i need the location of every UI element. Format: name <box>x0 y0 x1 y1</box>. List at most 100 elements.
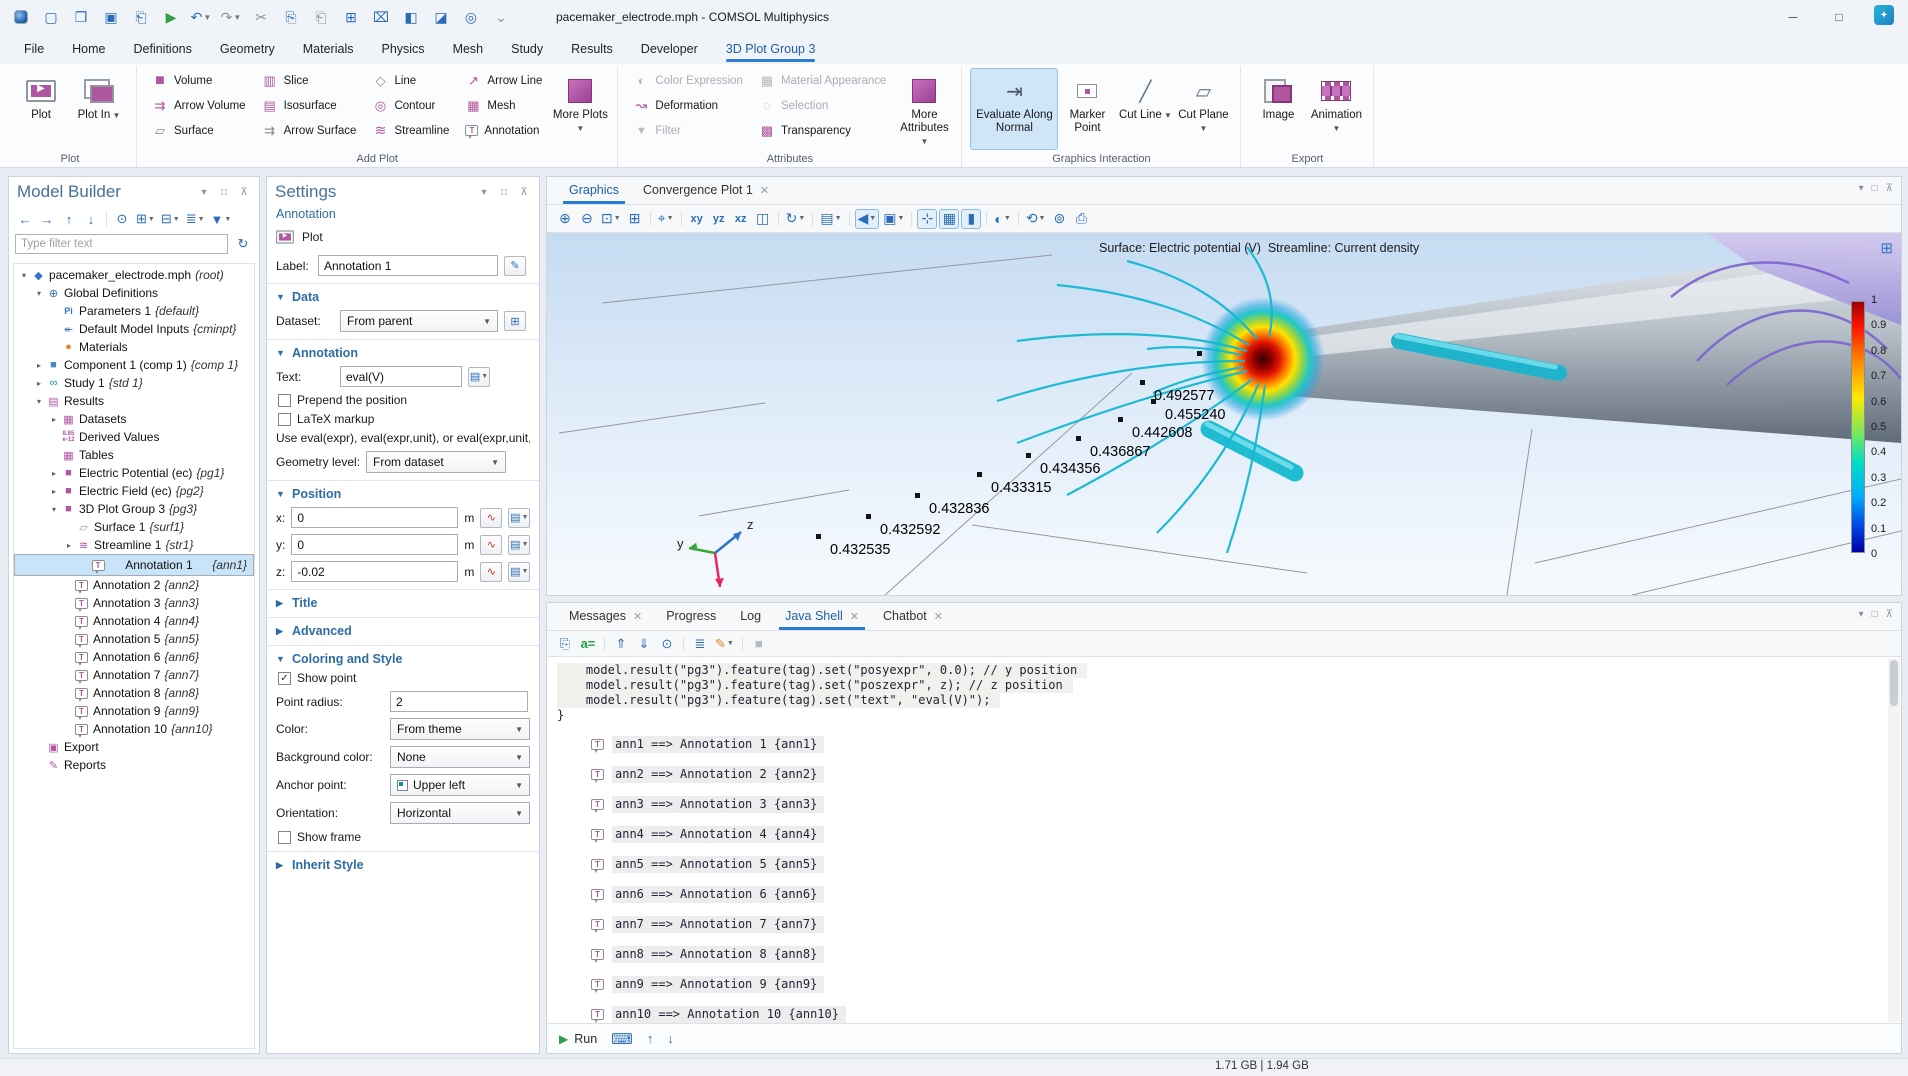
ribbon-button-mesh[interactable]: ▦Mesh <box>458 93 549 118</box>
position-x-input[interactable] <box>291 507 458 528</box>
section-position[interactable]: ▼Position <box>276 487 530 501</box>
label-input[interactable] <box>318 255 498 276</box>
copy-icon[interactable]: ⎘ <box>555 634 575 654</box>
app-icon[interactable] <box>8 5 34 29</box>
float-icon[interactable]: □ <box>217 187 231 198</box>
expand-icon[interactable]: ▸ <box>33 379 45 388</box>
position-z-input[interactable] <box>291 561 458 582</box>
menu-tab-results[interactable]: Results <box>571 34 613 64</box>
prepend-position-checkbox[interactable] <box>278 394 291 407</box>
history-down-icon[interactable]: ↓ <box>667 1031 674 1046</box>
latex-markup-checkbox[interactable] <box>278 413 291 426</box>
rotate-view-icon[interactable]: ↻▼ <box>784 209 808 229</box>
anchor-point-select[interactable]: Upper left▼ <box>390 774 530 796</box>
tree-item-pacemaker-electrode-mph[interactable]: ▾◆pacemaker_electrode.mph(root) <box>14 266 254 284</box>
go-to-default-view-icon[interactable]: ⌖▼ <box>656 209 676 229</box>
chat-icon[interactable]: ✦ <box>1874 5 1894 25</box>
collapse-all-icon[interactable]: ⊟▼ <box>159 209 182 229</box>
java-shell-editor[interactable]: model.result("pg3").feature(tag).set("po… <box>547 657 1901 1023</box>
console-tab-messages[interactable]: Messages✕ <box>557 602 654 630</box>
pin-icon[interactable]: ⊼ <box>517 187 531 198</box>
section-title[interactable]: ▶Title <box>276 596 530 610</box>
tree-item-results[interactable]: ▾▤Results <box>14 392 254 410</box>
ribbon-button-filter[interactable]: ▼Filter <box>626 118 750 143</box>
new-file-icon[interactable]: ▢ <box>38 5 64 29</box>
ribbon-button-more-plots[interactable]: More Plots ▼ <box>551 68 609 150</box>
position-y-input[interactable] <box>291 534 458 555</box>
expand-all-icon[interactable]: ⊞▼ <box>134 209 157 229</box>
tree-item-annotation-5[interactable]: TAnnotation 5{ann5} <box>14 630 254 648</box>
tree-item-global-definitions[interactable]: ▾⊕Global Definitions <box>14 284 254 302</box>
section-advanced[interactable]: ▶Advanced <box>276 624 530 638</box>
tree-item-electric-field-ec[interactable]: ▸■Electric Field (ec){pg2} <box>14 482 254 500</box>
background-color-select[interactable]: None▼ <box>390 746 530 768</box>
ribbon-button-plot[interactable]: Plot <box>12 68 70 150</box>
show-grid-icon[interactable]: ▦ <box>939 209 959 229</box>
view-yz-icon[interactable]: yz <box>709 209 729 229</box>
tree-item-derived-values[interactable]: 8.85e-12Derived Values <box>14 428 254 446</box>
run-icon[interactable]: ▶ <box>559 1032 568 1046</box>
ribbon-button-arrow-line[interactable]: ↗Arrow Line <box>458 68 549 93</box>
collapse-icon[interactable]: ▾ <box>18 271 30 280</box>
refresh-icon[interactable]: ↻ <box>233 234 253 254</box>
tree-item-3d-plot-group-3[interactable]: ▾■3D Plot Group 3{pg3} <box>14 500 254 518</box>
tree-item-reports[interactable]: ✎Reports <box>14 756 254 774</box>
orientation-select[interactable]: Horizontal▼ <box>390 802 530 824</box>
section-inherit-style[interactable]: ▶Inherit Style <box>276 858 530 872</box>
zoom-box-icon[interactable]: ⊡▼ <box>599 209 623 229</box>
redo-icon[interactable]: ↷▼ <box>218 5 244 29</box>
ribbon-button-deformation[interactable]: ↝Deformation <box>626 93 750 118</box>
undo-icon[interactable]: ↶▼ <box>188 5 214 29</box>
graphics-tab-graphics[interactable]: Graphics <box>557 176 631 204</box>
sound-icon[interactable]: ◀▼ <box>855 209 880 229</box>
menu-tab-mesh[interactable]: Mesh <box>453 34 484 64</box>
run-button[interactable]: Run <box>574 1032 597 1046</box>
view-xz-icon[interactable]: xz <box>731 209 751 229</box>
menu-tab-materials[interactable]: Materials <box>303 34 354 64</box>
ribbon-button-surface[interactable]: ▱Surface <box>145 118 253 143</box>
tree-item-annotation-10[interactable]: TAnnotation 10{ann10} <box>14 720 254 738</box>
tree-item-annotation-9[interactable]: TAnnotation 9{ann9} <box>14 702 254 720</box>
tree-item-streamline-1[interactable]: ▸≋Streamline 1{str1} <box>14 536 254 554</box>
exclude-icon[interactable]: ◪ <box>428 5 454 29</box>
print-icon[interactable]: ⎙ <box>1071 209 1091 229</box>
ribbon-button-more-attributes[interactable]: More Attributes ▼ <box>895 68 953 150</box>
stop-icon[interactable]: ■ <box>749 634 769 654</box>
maximize-button[interactable]: □ <box>1816 0 1862 34</box>
collapse-icon[interactable]: ▾ <box>48 505 60 514</box>
menu-tab-developer[interactable]: Developer <box>641 34 698 64</box>
update-plot-icon[interactable]: ⟲▼ <box>1024 209 1048 229</box>
dataset-select[interactable]: From parent▼ <box>340 310 498 332</box>
filter-tree-icon[interactable]: ▼▼ <box>209 209 234 229</box>
shell-scrollbar[interactable] <box>1888 658 1900 1022</box>
close-tab-icon[interactable]: ✕ <box>760 184 769 197</box>
ribbon-button-slice[interactable]: ▥Slice <box>255 68 364 93</box>
console-tab-progress[interactable]: Progress <box>654 602 728 630</box>
open-icon[interactable]: ❒ <box>68 5 94 29</box>
show-icon[interactable]: ⊙ <box>112 209 132 229</box>
snapshot-icon[interactable]: ⊚ <box>1049 209 1069 229</box>
model-tree-nodes-icon[interactable]: ≣▼ <box>184 209 207 229</box>
panel-menu-icon[interactable]: ▾ <box>1859 183 1864 194</box>
ribbon-button-marker-point[interactable]: Marker Point <box>1058 68 1116 150</box>
expand-icon[interactable]: ▸ <box>48 469 60 478</box>
copy-icon[interactable]: ⎘ <box>278 5 304 29</box>
plot-area[interactable]: y z x Surface: Electric potential (V) St… <box>547 233 1901 595</box>
close-tab-icon[interactable]: ✕ <box>633 610 642 623</box>
ribbon-button-isosurface[interactable]: ▤Isosurface <box>255 93 364 118</box>
ribbon-button-contour[interactable]: ◎Contour <box>365 93 456 118</box>
save-as-icon[interactable]: ⎗ <box>128 5 154 29</box>
ribbon-button-cut-plane[interactable]: ▱Cut Plane ▼ <box>1174 68 1232 150</box>
environment-icon[interactable]: ▣▼ <box>881 209 906 229</box>
point-radius-input[interactable] <box>390 691 528 712</box>
tree-item-annotation-7[interactable]: TAnnotation 7{ann7} <box>14 666 254 684</box>
menu-tab-file[interactable]: File <box>24 34 44 64</box>
tree-item-tables[interactable]: ▦Tables <box>14 446 254 464</box>
parameter-menu-button[interactable]: ▤▼ <box>508 535 530 555</box>
tree-item-materials[interactable]: ●Materials <box>14 338 254 356</box>
tree-item-export[interactable]: ▣Export <box>14 738 254 756</box>
tree-item-annotation-1[interactable]: TAnnotation 1{ann1} <box>14 554 254 576</box>
tree-item-parameters-1[interactable]: PiParameters 1{default} <box>14 302 254 320</box>
move-down-icon[interactable]: ↓ <box>81 209 101 229</box>
tree-filter-input[interactable] <box>15 234 228 254</box>
